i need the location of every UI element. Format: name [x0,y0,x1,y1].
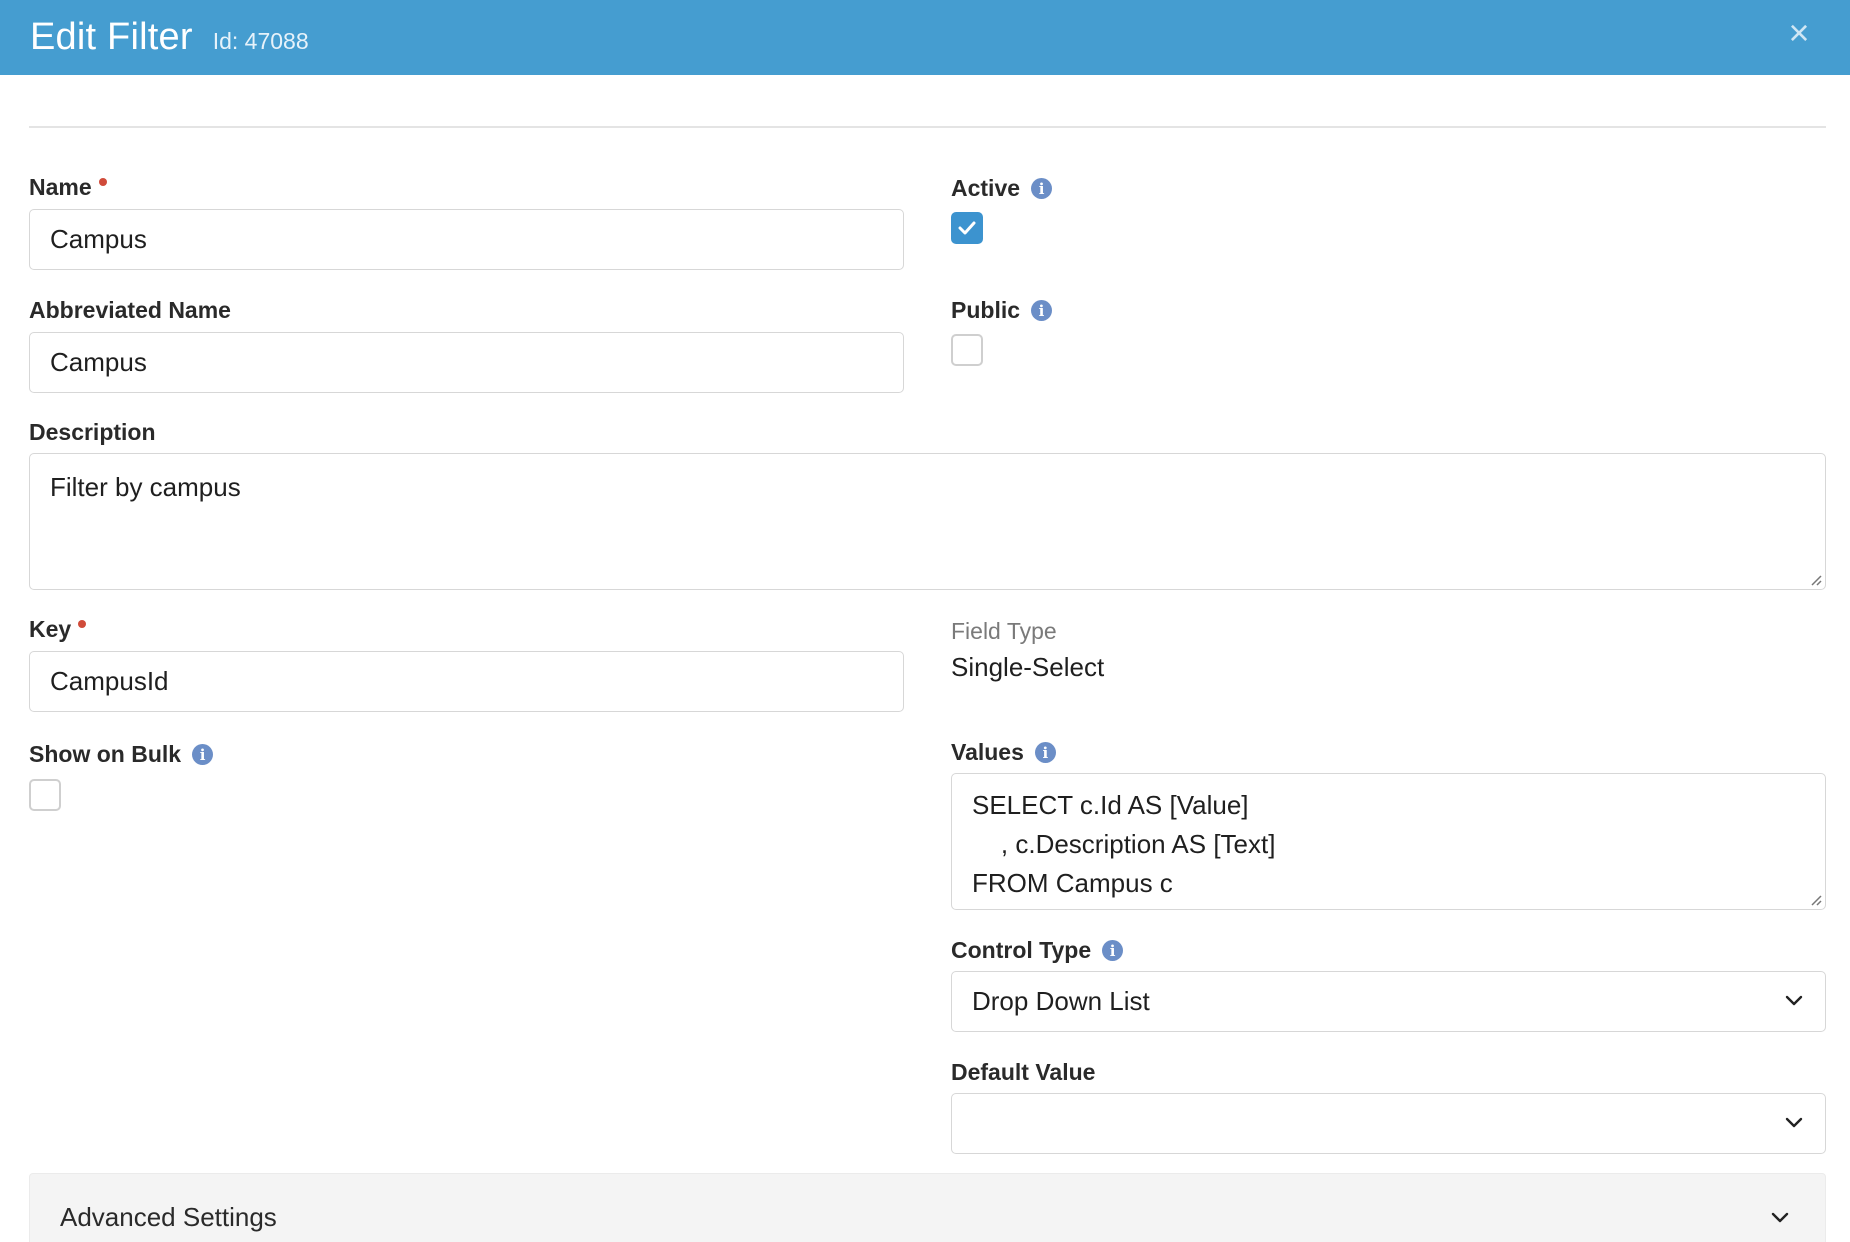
show-on-bulk-label: Show on Bulk i [29,741,214,768]
control-type-label: Control Type i [951,937,1124,964]
control-type-value: Drop Down List [972,986,1150,1016]
info-icon[interactable]: i [1102,940,1124,961]
default-value-label-text: Default Value [951,1059,1096,1085]
control-type-select[interactable]: Drop Down List [951,971,1826,1032]
advanced-settings-title: Advanced Settings [60,1202,277,1232]
resize-handle[interactable] [1808,892,1822,906]
key-label-text: Key [29,616,72,642]
name-input[interactable]: Campus [29,209,904,270]
show-on-bulk-checkbox[interactable] [29,779,61,811]
field-type-label: Field Type [951,618,1057,644]
values-line: FROM Campus c [972,868,1173,898]
close-icon[interactable]: × [1784,15,1814,51]
chevron-down-icon [1785,1117,1803,1127]
required-indicator [98,177,107,186]
modal-header: Edit Filter Id: 47088 × [0,0,1850,75]
modal-title: Edit Filter [30,16,193,58]
description-label-text: Description [29,419,156,445]
chevron-down-icon [1785,995,1803,1005]
key-label: Key [29,616,87,643]
control-type-label-text: Control Type [951,937,1092,963]
chevron-down-icon[interactable] [1771,1212,1789,1224]
modal-id: Id: 47088 [212,28,309,54]
abbreviated-name-input[interactable]: Campus [29,332,904,393]
default-value-select[interactable] [951,1093,1826,1154]
required-indicator [78,619,87,628]
values-label-text: Values [951,739,1024,765]
public-label: Public i [951,297,1053,324]
default-value-label: Default Value [951,1059,1095,1086]
description-value: Filter by campus [50,472,241,502]
name-label-text: Name [29,174,92,200]
info-icon[interactable]: i [1031,300,1053,321]
values-label: Values i [951,739,1056,766]
values-textarea[interactable]: SELECT c.Id AS [Value] , c.Description A… [951,773,1826,910]
show-on-bulk-label-text: Show on Bulk [29,741,182,767]
info-icon[interactable]: i [1031,178,1053,199]
values-line: , c.Description AS [Text] [972,829,1276,859]
field-type-value: Single-Select [951,652,1105,682]
active-label: Active i [951,175,1053,202]
resize-handle[interactable] [1808,572,1822,586]
values-line: SELECT c.Id AS [Value] [972,790,1249,820]
key-input[interactable]: CampusId [29,651,904,712]
check-icon [958,221,976,235]
name-label: Name [29,174,107,201]
public-checkbox[interactable] [951,334,983,366]
description-label: Description [29,419,156,446]
header-divider [29,126,1826,128]
name-input-value: Campus [50,224,147,254]
info-icon[interactable]: i [1034,742,1056,763]
active-checkbox[interactable] [951,212,983,244]
abbreviated-name-value: Campus [50,347,147,377]
abbreviated-name-label-text: Abbreviated Name [29,297,231,323]
info-icon[interactable]: i [192,744,214,765]
key-input-value: CampusId [50,666,169,696]
advanced-settings-panel[interactable]: Advanced Settings [29,1173,1826,1242]
description-textarea[interactable]: Filter by campus [29,453,1826,590]
public-label-text: Public [951,297,1021,323]
abbreviated-name-label: Abbreviated Name [29,297,231,324]
active-label-text: Active [951,175,1021,201]
